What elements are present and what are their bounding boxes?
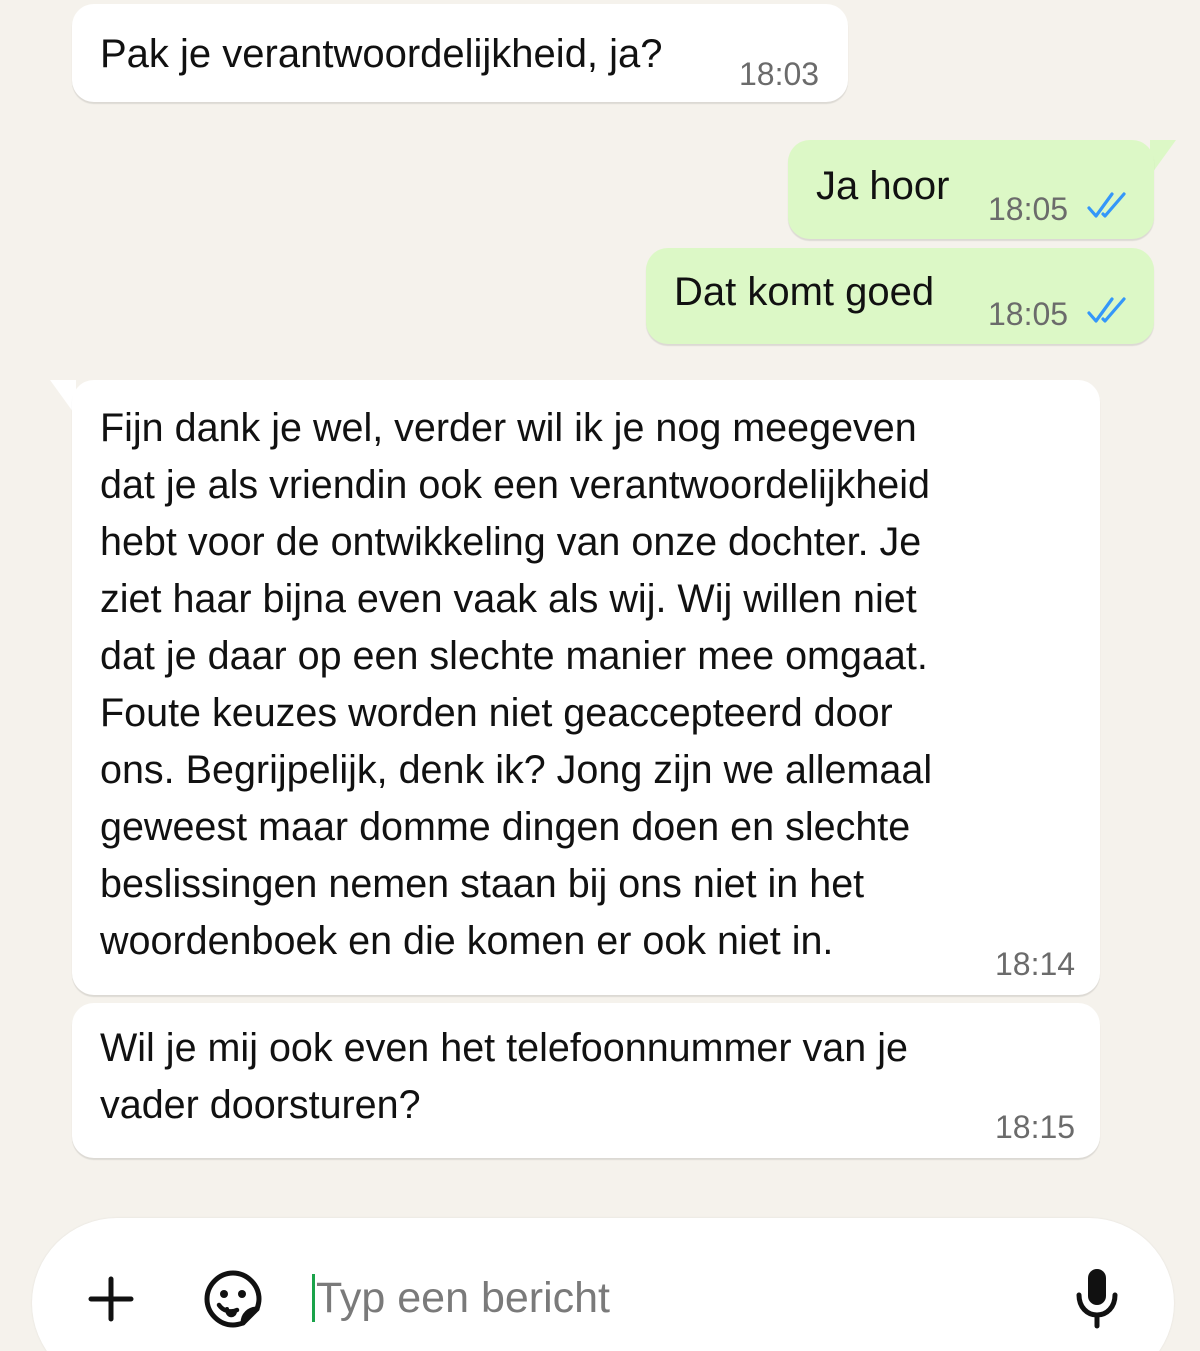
message-input[interactable]: Typ een bericht — [312, 1268, 1012, 1328]
plus-icon — [88, 1276, 134, 1322]
message-time: 18:03 — [739, 56, 820, 92]
sticker-icon — [204, 1270, 262, 1328]
sticker-button[interactable] — [198, 1264, 268, 1334]
message-text: Dat komt goed — [674, 270, 935, 314]
read-ticks-icon — [1087, 192, 1126, 218]
message-text: Ja hoor — [816, 164, 950, 208]
message-bubble-incoming[interactable]: Fijn dank je wel, verder wil ik je nog m… — [72, 380, 1100, 995]
voice-record-button[interactable] — [1066, 1262, 1128, 1334]
message-text: Pak je verantwoordelijkheid, ja? — [100, 32, 663, 76]
text-caret — [312, 1274, 315, 1322]
attach-button[interactable] — [82, 1270, 140, 1328]
message-time: 18:15 — [995, 1109, 1076, 1145]
message-bubble-incoming[interactable]: Wil je mij ook even het telefoonnummer v… — [72, 1003, 1100, 1158]
message-bubble-outgoing[interactable]: Ja hoor 18:05 — [788, 140, 1154, 239]
message-bubble-incoming[interactable]: Pak je verantwoordelijkheid, ja? 18:03 — [72, 4, 848, 102]
message-text: Wil je mij ook even het telefoonnummer v… — [100, 1026, 908, 1127]
read-ticks-icon — [1087, 297, 1126, 323]
message-time: 18:05 — [988, 191, 1069, 227]
message-time: 18:14 — [995, 946, 1076, 982]
message-bubble-outgoing[interactable]: Dat komt goed 18:05 — [646, 248, 1154, 344]
message-input-placeholder: Typ een bericht — [316, 1273, 611, 1322]
microphone-icon — [1076, 1269, 1118, 1329]
message-time: 18:05 — [988, 296, 1069, 332]
message-text: Fijn dank je wel, verder wil ik je nog m… — [100, 406, 933, 963]
